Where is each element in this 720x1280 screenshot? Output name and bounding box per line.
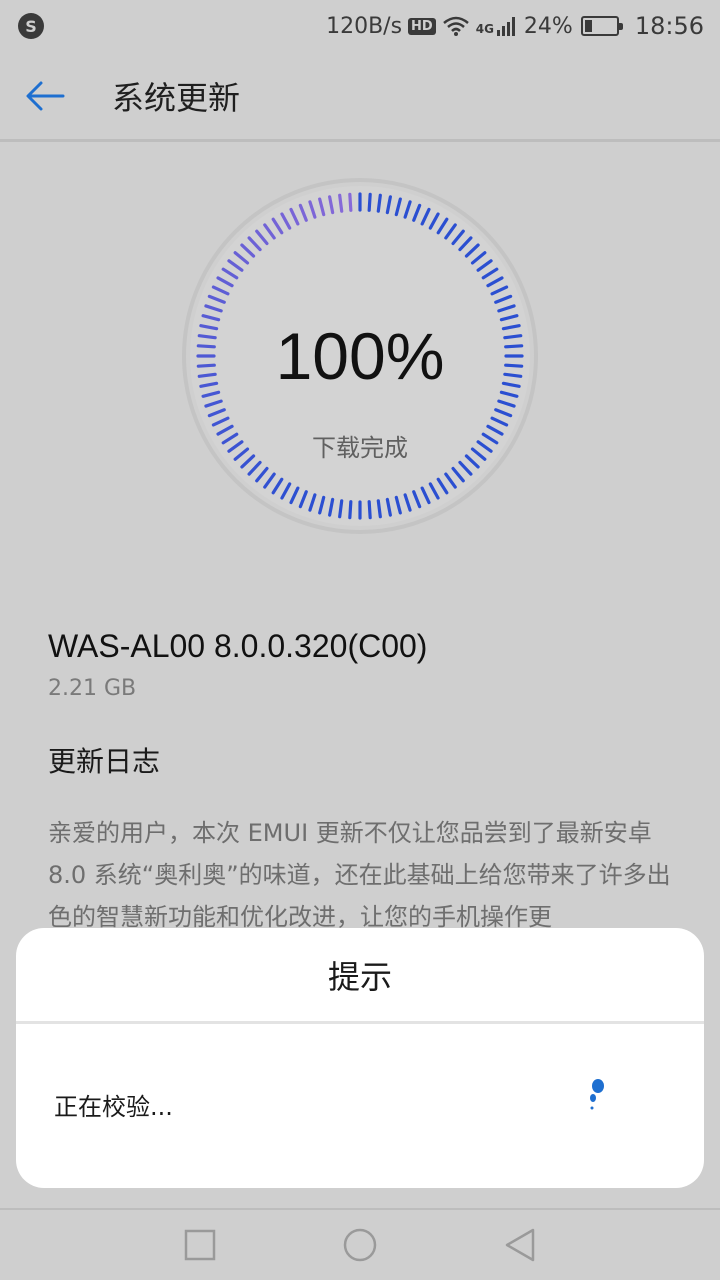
back-button[interactable]	[0, 51, 90, 141]
hd-badge: HD	[408, 17, 436, 35]
triangle-back-icon	[505, 1228, 535, 1262]
changelog-body: 亲爱的用户，本次 EMUI 更新不仅让您品尝到了最新安卓 8.0 系统“奥利奥”…	[48, 819, 671, 931]
dialog-title: 提示	[16, 928, 704, 1024]
progress-percent: 100%	[275, 319, 445, 393]
arrow-left-icon	[26, 81, 65, 110]
recent-apps-button[interactable]	[170, 1215, 230, 1275]
status-bar: S 120B/s HD 4G 24% 18:56	[0, 0, 720, 52]
page-title: 系统更新	[112, 78, 241, 117]
nav-back-button[interactable]	[490, 1215, 550, 1275]
verify-dialog: 提示 正在校验...	[16, 928, 704, 1188]
wifi-icon	[442, 16, 469, 36]
network-speed: 120B/s	[326, 13, 403, 39]
dialog-body: 正在校验...	[16, 1024, 704, 1184]
progress-tick	[367, 500, 372, 520]
circle-icon	[343, 1228, 377, 1262]
changelog-title: 更新日志	[48, 745, 161, 778]
package-size: 2.21 GB	[48, 676, 137, 701]
battery-icon	[580, 16, 623, 36]
home-button[interactable]	[330, 1215, 390, 1275]
system-nav-bar	[0, 1208, 720, 1280]
app-header: 系统更新	[0, 52, 720, 142]
dialog-message: 正在校验...	[54, 1092, 173, 1121]
progress-tick	[348, 500, 353, 520]
network-type: 4G	[475, 22, 494, 36]
battery-percent: 24%	[523, 13, 573, 39]
loading-spinner-icon	[590, 1079, 604, 1110]
progress-tick	[338, 193, 344, 213]
app-notification-icon: S	[18, 13, 44, 39]
progress-tick	[338, 499, 344, 519]
version-title: WAS-AL00 8.0.0.320(C00)	[48, 628, 428, 664]
square-icon	[184, 1229, 216, 1261]
signal-icon	[496, 17, 515, 36]
progress-label: 下载完成	[312, 434, 408, 462]
progress-tick	[348, 192, 353, 212]
progress-tick	[367, 192, 372, 212]
progress-tick	[376, 499, 382, 519]
download-progress-ring: 100% 下载完成	[178, 174, 542, 538]
progress-tick	[376, 193, 382, 213]
clock: 18:56	[634, 12, 704, 40]
